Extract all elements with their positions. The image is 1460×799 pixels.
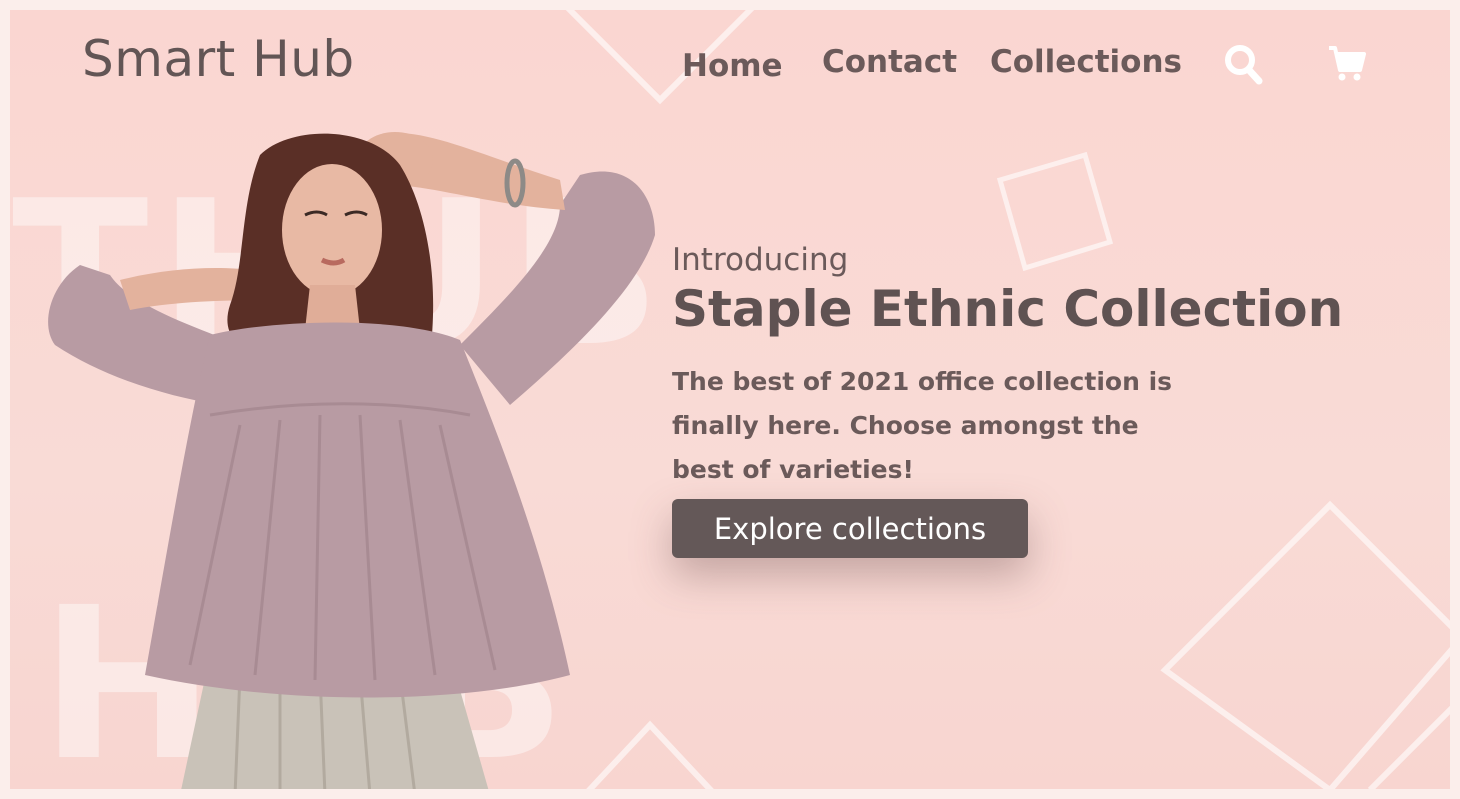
main-nav: Home Contact Collections [10, 40, 1450, 90]
nav-link-collections[interactable]: Collections [990, 44, 1182, 80]
model-image [48, 132, 655, 789]
explore-collections-button[interactable]: Explore collections [672, 499, 1028, 558]
nav-link-contact[interactable]: Contact [822, 44, 957, 80]
decorative-diamond-right [1160, 500, 1450, 789]
hero-title: Staple Ethnic Collection [672, 280, 1344, 338]
hero-content: Introducing Staple Ethnic Collection The… [672, 242, 1344, 492]
hero-description: The best of 2021 office collection is fi… [672, 367, 1173, 484]
cart-icon[interactable] [1327, 44, 1367, 88]
hero-frame: THUB HUB [10, 10, 1450, 789]
search-icon[interactable] [1224, 44, 1264, 90]
nav-link-home[interactable]: Home [682, 48, 783, 84]
hero-eyebrow: Introducing [672, 242, 849, 278]
